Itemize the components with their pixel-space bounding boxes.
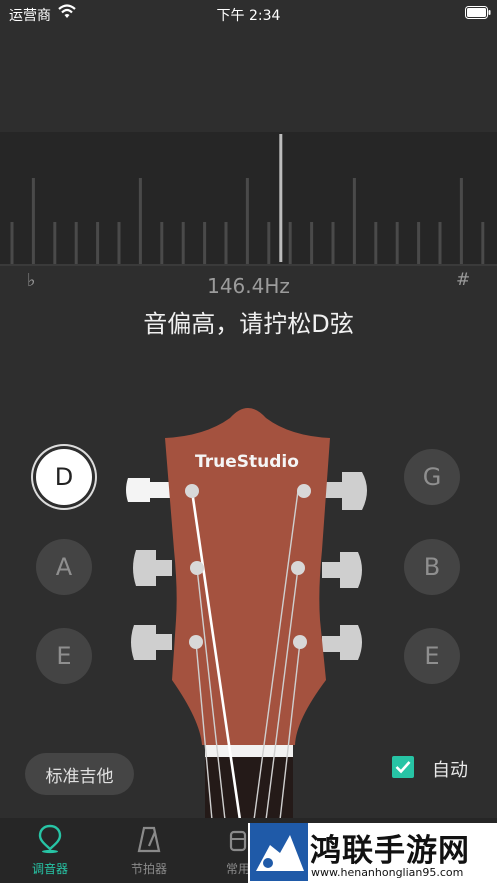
tuning-peg-e-low[interactable]: [131, 625, 172, 660]
string-button-g[interactable]: G: [404, 449, 460, 505]
tab-metronome[interactable]: 节拍器: [109, 818, 189, 883]
clock: 下午 2:34: [216, 8, 281, 24]
string-button-e-high[interactable]: E: [404, 628, 460, 684]
string-button-a[interactable]: A: [36, 539, 92, 595]
watermark-logo-icon: [250, 823, 308, 881]
status-bar: 运营商 下午 2:34: [0, 0, 497, 28]
tab-tuner[interactable]: 调音器: [10, 818, 90, 883]
metronome-icon: [137, 826, 161, 853]
tuning-meter: [0, 132, 497, 266]
tuning-hint: 音偏高，请拧松D弦: [143, 310, 354, 338]
frequency-readout: 146.4Hz: [207, 274, 290, 298]
standard-guitar-button[interactable]: 标准吉他: [25, 753, 134, 795]
tuner-pin-icon: [38, 824, 62, 854]
check-icon: [395, 761, 411, 774]
tuning-peg-g[interactable]: [322, 472, 367, 510]
fretboard: [205, 757, 293, 820]
meter-divider: [0, 264, 497, 266]
tab-tuner-label: 调音器: [31, 862, 68, 876]
tuning-scale: [10, 134, 485, 264]
battery-icon: [465, 6, 491, 19]
watermark-title: 鸿联手游网: [310, 833, 470, 869]
string-button-b[interactable]: B: [404, 539, 460, 595]
top-spacer: [0, 28, 497, 132]
auto-checkbox[interactable]: [392, 756, 414, 778]
tab-metronome-label: 节拍器: [130, 862, 167, 876]
watermark: 鸿联手游网 www.henanhonglian95.com: [248, 823, 497, 883]
watermark-url: www.henanhonglian95.com: [311, 866, 464, 879]
auto-label: 自动: [432, 760, 468, 781]
string-button-e-low[interactable]: E: [36, 628, 92, 684]
string-button-d[interactable]: D: [36, 449, 92, 505]
tuning-peg-e-high[interactable]: [322, 625, 362, 660]
tuning-peg-b[interactable]: [322, 552, 362, 588]
tuning-peg-a[interactable]: [133, 550, 172, 586]
brand-logo: TrueStudio: [195, 452, 299, 472]
tuning-peg-d[interactable]: [126, 478, 170, 502]
